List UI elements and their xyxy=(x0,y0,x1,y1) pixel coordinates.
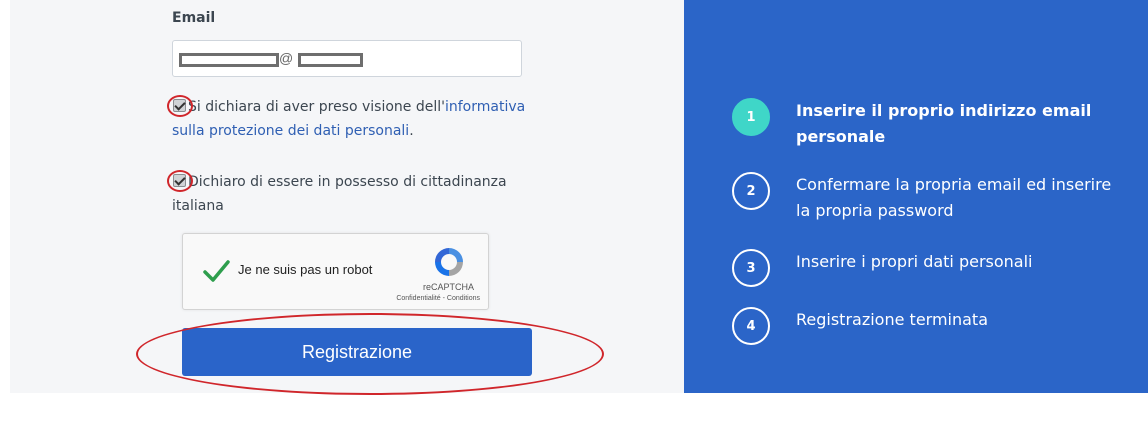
email-field[interactable]: @ xyxy=(172,40,522,77)
step-number-badge: 2 xyxy=(732,172,770,210)
registration-page: Email @ Si dichiara di aver preso vision… xyxy=(0,0,1148,421)
email-label: Email xyxy=(172,10,216,26)
citizenship-checkbox-wrap xyxy=(167,170,193,194)
privacy-text: Si dichiara di aver preso visione dell' xyxy=(188,99,445,115)
register-button[interactable]: Registrazione xyxy=(182,328,532,376)
steps-panel: 1 Inserire il proprio indirizzo email pe… xyxy=(684,0,1148,393)
annotation-circle xyxy=(167,170,193,192)
step-2: 2 Confermare la propria email ed inserir… xyxy=(732,172,1132,224)
recaptcha-terms-links[interactable]: Confidentialité - Conditions xyxy=(396,295,480,302)
step-label: Inserire il proprio indirizzo email pers… xyxy=(796,101,1092,146)
privacy-checkbox-wrap xyxy=(167,95,193,119)
step-3: 3 Inserire i propri dati personali xyxy=(732,249,1132,287)
step-1: 1 Inserire il proprio indirizzo email pe… xyxy=(732,98,1132,150)
step-number-badge: 4 xyxy=(732,307,770,345)
step-label: Confermare la propria email ed inserire … xyxy=(796,175,1112,220)
email-at-sign: @ xyxy=(279,50,294,66)
step-label: Registrazione terminata xyxy=(796,310,989,329)
privacy-text-end: . xyxy=(409,123,414,139)
annotation-circle xyxy=(167,95,193,117)
citizenship-text: Dichiaro di essere in possesso di cittad… xyxy=(172,174,507,214)
recaptcha-logo-icon xyxy=(435,248,463,276)
registration-form: Email @ Si dichiara di aver preso vision… xyxy=(10,0,684,395)
redacted-domain xyxy=(298,53,363,67)
recaptcha-brand: reCAPTCHA xyxy=(422,282,474,292)
step-number-badge: 3 xyxy=(732,249,770,287)
recaptcha-label: Je ne suis pas un robot xyxy=(238,262,373,277)
privacy-consent-row: Si dichiara di aver preso visione dell'i… xyxy=(167,95,542,143)
citizenship-consent-row: Dichiaro di essere in possesso di cittad… xyxy=(167,170,542,218)
step-number-badge: 1 xyxy=(732,98,770,136)
step-label: Inserire i propri dati personali xyxy=(796,252,1033,271)
recaptcha-widget[interactable]: Je ne suis pas un robot reCAPTCHA Confid… xyxy=(182,233,489,310)
redacted-local-part xyxy=(179,53,279,67)
step-4: 4 Registrazione terminata xyxy=(732,307,1132,345)
checkmark-icon[interactable] xyxy=(201,256,231,286)
